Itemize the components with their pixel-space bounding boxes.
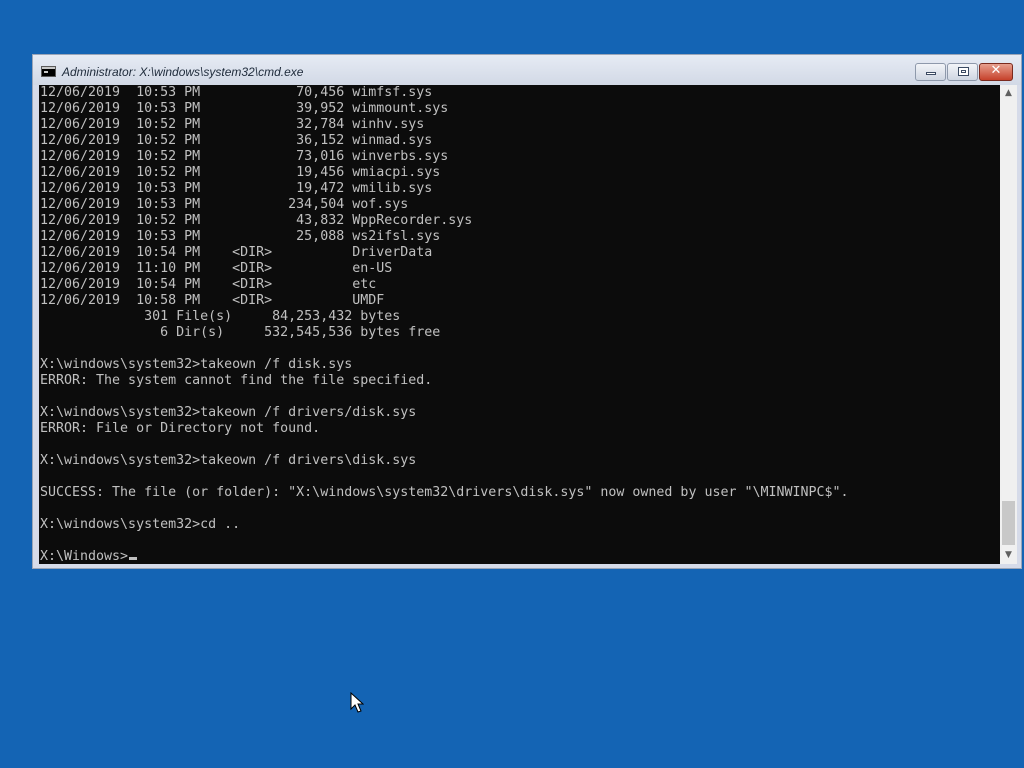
console-line: 12/06/2019 10:53 PM 19,472 wmilib.sys <box>40 181 433 196</box>
mouse-pointer-icon <box>350 692 364 713</box>
console-line: X:\windows\system32>cd .. <box>40 517 241 532</box>
window-title: Administrator: X:\windows\system32\cmd.e… <box>62 65 304 79</box>
scroll-thumb[interactable] <box>1002 501 1015 545</box>
console-line: 12/06/2019 10:52 PM 43,832 WppRecorder.s… <box>40 213 473 228</box>
console-line: X:\windows\system32>takeown /f drivers/d… <box>40 405 417 420</box>
console-line: 12/06/2019 10:52 PM 32,784 winhv.sys <box>40 117 425 132</box>
console-output[interactable]: 12/06/2019 10:53 PM 70,456 wimfsf.sys 12/… <box>39 85 1000 564</box>
console-line: 12/06/2019 11:10 PM <DIR> en-US <box>40 261 393 276</box>
console-line: X:\windows\system32>takeown /f drivers\d… <box>40 453 417 468</box>
console-line: ERROR: The system cannot find the file s… <box>40 373 433 388</box>
console-line: 12/06/2019 10:53 PM 39,952 wimmount.sys <box>40 101 449 116</box>
console-line: 12/06/2019 10:58 PM <DIR> UMDF <box>40 293 385 308</box>
console-line: 12/06/2019 10:52 PM 36,152 winmad.sys <box>40 133 433 148</box>
console-line: SUCCESS: The file (or folder): "X:\windo… <box>40 485 849 500</box>
console-line: X:\windows\system32>takeown /f disk.sys <box>40 357 353 372</box>
desktop: Administrator: X:\windows\system32\cmd.e… <box>0 0 1024 768</box>
close-button[interactable]: ✕ <box>979 63 1013 81</box>
scroll-up-arrow-icon[interactable]: ▲ <box>1000 85 1017 102</box>
text-cursor <box>129 557 138 560</box>
console-line: ERROR: File or Directory not found. <box>40 421 321 436</box>
console-line: 12/06/2019 10:53 PM 25,088 ws2ifsl.sys <box>40 229 441 244</box>
console-line: 12/06/2019 10:52 PM 73,016 winverbs.sys <box>40 149 449 164</box>
minimize-button[interactable] <box>915 63 946 81</box>
maximize-button[interactable] <box>947 63 978 81</box>
minimize-icon <box>926 72 936 75</box>
console-line: 12/06/2019 10:54 PM <DIR> etc <box>40 277 377 292</box>
console-text: 12/06/2019 10:53 PM 70,456 wimfsf.sys 12/… <box>39 85 1000 564</box>
cmd-icon[interactable] <box>41 66 56 77</box>
vertical-scrollbar[interactable]: ▲ ▼ <box>1000 85 1017 564</box>
prompt-line[interactable]: X:\Windows> <box>40 549 1000 564</box>
maximize-icon <box>958 67 969 76</box>
cmd-window: Administrator: X:\windows\system32\cmd.e… <box>32 54 1022 569</box>
close-icon: ✕ <box>990 63 1002 78</box>
console-line: 12/06/2019 10:54 PM <DIR> DriverData <box>40 245 433 260</box>
console-line: 6 Dir(s) 532,545,536 bytes free <box>40 325 441 340</box>
console-line: 12/06/2019 10:52 PM 19,456 wmiacpi.sys <box>40 165 441 180</box>
title-bar[interactable]: Administrator: X:\windows\system32\cmd.e… <box>33 55 1021 85</box>
console-line: 12/06/2019 10:53 PM 70,456 wimfsf.sys <box>40 85 433 100</box>
console-line: 12/06/2019 10:53 PM 234,504 wof.sys <box>40 197 409 212</box>
scroll-down-arrow-icon[interactable]: ▼ <box>1000 547 1017 564</box>
command-prompt: X:\Windows> <box>40 549 129 564</box>
console-line: 301 File(s) 84,253,432 bytes <box>40 309 401 324</box>
